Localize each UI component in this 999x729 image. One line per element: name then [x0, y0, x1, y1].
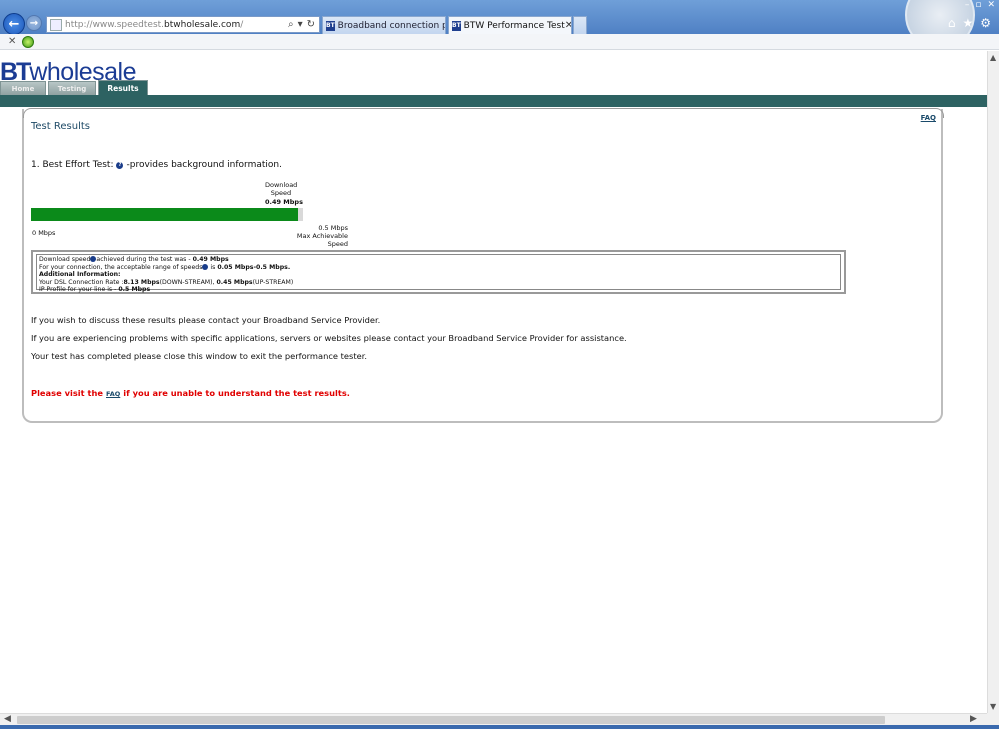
tab-label: BTW Performance Test — [463, 20, 565, 31]
bt-favicon-icon: BT — [326, 20, 335, 31]
refresh-page-icon[interactable] — [22, 35, 35, 48]
scroll-up-icon[interactable]: ▲ — [990, 53, 996, 62]
download-speed-label: Download Speed — [265, 181, 298, 197]
info-ip-profile-line: IP Profile for your line is - 0.5 Mbps — [39, 286, 151, 294]
speed-progress-bar — [31, 208, 303, 221]
window-close-icon[interactable]: ✕ — [987, 0, 995, 10]
scroll-right-icon[interactable]: ▶ — [970, 714, 977, 724]
max-speed-value: 0.5 Mbps — [318, 224, 348, 232]
results-info-box: Download speed achieved during the test w… — [31, 250, 846, 294]
nav-tab-testing[interactable]: Testing — [48, 81, 96, 95]
download-speed-value: 0.49 Mbps — [265, 198, 303, 206]
max-speed-label: 0.5 Mbps Max Achievable Speed — [278, 224, 348, 248]
max-speed-caption: Max Achievable Speed — [296, 232, 348, 248]
info-range-line: For your connection, the acceptable rang… — [39, 263, 291, 271]
back-arrow-icon: ← — [8, 16, 20, 32]
tab-label: Broadband connection proble... — [337, 20, 445, 31]
forward-arrow-icon: → — [29, 17, 39, 29]
test-heading-note: -provides background information. — [126, 160, 282, 170]
window-controls: – ▫ ✕ — [965, 0, 995, 10]
test-heading-label: 1. Best Effort Test: — [31, 160, 114, 170]
faq-notice: Please visit the FAQ if you are unable t… — [31, 388, 350, 398]
speed-progress-fill — [31, 208, 298, 221]
minimize-icon[interactable]: – — [965, 0, 970, 10]
new-tab-button[interactable] — [573, 16, 587, 34]
tab-btw-performance-test[interactable]: BT BTW Performance Test ✕ — [448, 16, 572, 34]
browser-toolbar-icons: ⌂ ★ ⚙ — [948, 16, 991, 30]
tab-close-icon[interactable]: ✕ — [565, 20, 571, 31]
min-speed-label: 0 Mbps — [32, 229, 56, 237]
page-viewport: BTwholesale Home Testing Results Test Re… — [0, 51, 987, 713]
address-bar[interactable]: http://www.speedtest.btwholesale.com/ ⌕ … — [46, 16, 320, 33]
scroll-thumb[interactable] — [17, 716, 885, 724]
info-dsl-rate-line: Your DSL Connection Rate :8.13 Mbps(DOWN… — [39, 278, 294, 286]
page-favicon-icon — [50, 18, 62, 31]
info-download-line: Download speed achieved during the test w… — [39, 256, 229, 263]
nav-tab-home[interactable]: Home — [0, 81, 46, 95]
taskbar-edge — [0, 725, 999, 729]
nav-tab-results[interactable]: Results — [98, 80, 148, 95]
bt-favicon-icon: BT — [452, 20, 461, 31]
search-icon[interactable]: ⌕ — [288, 19, 294, 30]
test-heading: 1. Best Effort Test: ? -provides backgro… — [31, 160, 282, 170]
help-icon[interactable]: ? — [116, 161, 124, 169]
back-button[interactable]: ← — [3, 13, 25, 34]
scroll-left-icon[interactable]: ◀ — [4, 714, 11, 724]
forward-button[interactable]: → — [26, 15, 42, 31]
browser-titlebar: ← → http://www.speedtest.btwholesale.com… — [0, 0, 999, 34]
stop-icon[interactable]: ✕ — [8, 36, 16, 47]
faq-link[interactable]: FAQ — [921, 114, 936, 122]
faq-inline-link[interactable]: FAQ — [106, 390, 120, 398]
favorites-star-icon[interactable]: ★ — [962, 16, 973, 30]
maximize-icon[interactable]: ▫ — [975, 0, 981, 10]
scroll-down-icon[interactable]: ▼ — [990, 702, 996, 711]
gear-icon[interactable]: ⚙ — [980, 16, 991, 30]
chevron-down-icon[interactable]: ▾ — [298, 19, 303, 30]
nav-underline-bar — [0, 95, 987, 107]
horizontal-scrollbar[interactable]: ◀ ▶ — [0, 713, 987, 725]
site-nav: Home Testing Results — [0, 80, 148, 95]
tab-broadband-connection[interactable]: BT Broadband connection proble... — [322, 16, 446, 34]
address-url[interactable]: http://www.speedtest.btwholesale.com/ — [65, 20, 288, 30]
results-panel: Test Results FAQ 1. Best Effort Test: ? … — [22, 108, 944, 423]
panel-border — [23, 108, 944, 118]
contact-provider-text: If you wish to discuss these results ple… — [31, 315, 381, 325]
page-title: Test Results — [31, 121, 90, 132]
problems-text: If you are experiencing problems with sp… — [31, 333, 627, 343]
vertical-scrollbar[interactable]: ▲ ▼ — [987, 51, 999, 713]
refresh-icon[interactable]: ↻ — [307, 19, 315, 30]
info-additional-heading: Additional Information: — [39, 271, 121, 279]
home-icon[interactable]: ⌂ — [948, 16, 956, 30]
command-bar: ✕ — [0, 34, 999, 50]
test-complete-text: Your test has completed please close thi… — [31, 351, 367, 361]
scroll-corner — [987, 713, 999, 725]
